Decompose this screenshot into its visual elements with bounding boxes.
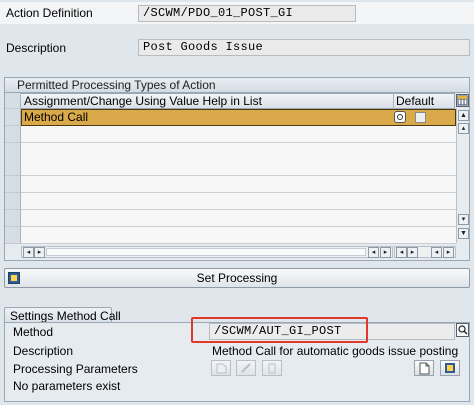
row-selector[interactable] (5, 193, 21, 210)
scroll-up-icon[interactable]: ▴ (458, 123, 469, 134)
settings-button[interactable] (440, 360, 460, 376)
table-row[interactable] (21, 126, 456, 143)
permitted-types-title: Permitted Processing Types of Action (5, 78, 469, 93)
table-row[interactable] (21, 227, 456, 244)
delete-param-button[interactable] (262, 360, 282, 376)
scroll-down-icon[interactable]: ▾ (458, 214, 469, 225)
scroll-left-icon[interactable]: ◂ (396, 247, 407, 258)
col-assignment-header[interactable]: Assignment/Change Using Value Help in Li… (24, 94, 262, 108)
row-selector[interactable] (5, 109, 21, 126)
scroll-left-end-icon[interactable]: ◂ (431, 247, 442, 258)
scroll-left-icon[interactable]: ◂ (23, 247, 34, 258)
table-row[interactable] (21, 193, 456, 210)
table-settings-icon[interactable] (456, 94, 469, 107)
description-field[interactable]: Post Goods Issue (138, 39, 470, 56)
settings-tab-label: Settings Method Call (10, 309, 121, 323)
method-label: Method (13, 325, 54, 339)
row-selector[interactable] (5, 143, 21, 160)
settings-description-value: Method Call for automatic goods issue po… (212, 344, 459, 358)
row-selector[interactable] (5, 126, 21, 143)
row-selector[interactable] (5, 176, 21, 193)
scroll-right-icon[interactable]: ▸ (34, 247, 45, 258)
horizontal-scrollbar-right[interactable]: ◂ ▸ ◂ ▸ (394, 246, 456, 258)
processing-params-label: Processing Parameters (13, 362, 138, 376)
table-row[interactable] (21, 210, 456, 227)
row-assignment-text: Method Call (24, 110, 89, 124)
method-highlight-box (191, 317, 368, 343)
create-param-button[interactable] (211, 360, 231, 376)
set-processing-icon (8, 272, 20, 284)
settings-tab[interactable]: Settings Method Call (4, 307, 121, 323)
scroll-top-icon[interactable]: ▲ (458, 110, 469, 121)
edit-param-button[interactable] (236, 360, 256, 376)
scroll-right-icon[interactable]: ▸ (407, 247, 418, 258)
row-selector[interactable] (5, 159, 21, 176)
vertical-scrollbar[interactable]: ▲ ▴ ▾ ▼ (456, 108, 469, 243)
default-checkbox[interactable] (415, 112, 426, 123)
row-selector[interactable] (5, 210, 21, 227)
document-button[interactable] (414, 360, 434, 376)
select-all-cell[interactable] (5, 93, 21, 109)
action-definition-label: Action Definition (6, 6, 93, 20)
table-row[interactable] (21, 143, 456, 160)
scroll-thumb[interactable] (46, 248, 366, 256)
description-label: Description (6, 41, 67, 55)
scroll-right-end-icon[interactable]: ▸ (443, 247, 454, 258)
table-row[interactable] (21, 159, 456, 176)
scroll-right-end-icon[interactable]: ▸ (380, 247, 391, 258)
col-default-header[interactable]: Default (396, 94, 434, 108)
horizontal-scrollbar-left[interactable]: ◂ ▸ ◂ ▸ (21, 246, 393, 258)
search-icon[interactable] (456, 323, 469, 337)
scroll-bottom-icon[interactable]: ▼ (458, 228, 469, 239)
scroll-left-end-icon[interactable]: ◂ (368, 247, 379, 258)
action-definition-field[interactable]: /SCWM/PDO_01_POST_GI (138, 5, 356, 22)
no-params-text: No parameters exist (13, 379, 121, 393)
set-processing-label: Set Processing (196, 271, 278, 285)
value-help-icon[interactable] (394, 111, 406, 123)
row-selector[interactable] (5, 227, 21, 244)
settings-description-label: Description (13, 344, 74, 358)
set-processing-button[interactable]: Set Processing (4, 268, 470, 288)
table-row[interactable] (21, 176, 456, 193)
